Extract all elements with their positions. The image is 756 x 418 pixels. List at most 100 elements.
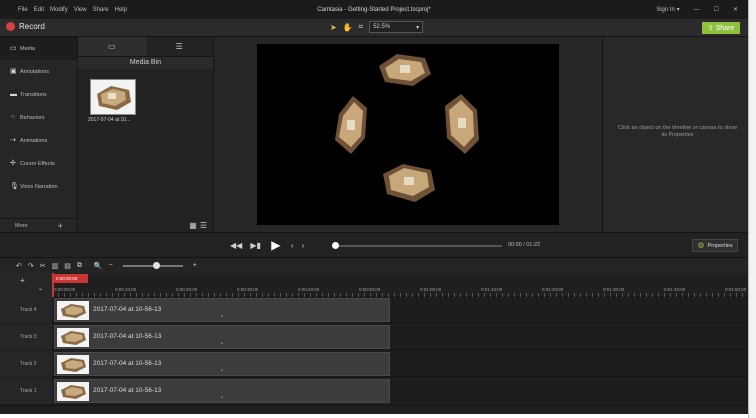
clip-marker-icon: • <box>221 395 223 401</box>
timeline-clip[interactable]: 2017-07-04 at 10-56-13 • <box>54 352 390 376</box>
redo-icon[interactable]: ↷ <box>28 262 34 270</box>
maximize-icon[interactable]: ☐ <box>714 6 719 13</box>
menu-edit[interactable]: Edit <box>34 7 44 13</box>
canvas-image-top[interactable] <box>379 54 431 86</box>
scrub-bar[interactable] <box>332 242 502 249</box>
menu-view[interactable]: View <box>74 7 87 13</box>
minimize-icon[interactable]: — <box>694 7 700 13</box>
animations-icon: ⇢ <box>10 136 16 144</box>
track-header[interactable]: Track 1 <box>0 378 52 404</box>
prev-marker-icon[interactable]: ‹ <box>291 241 294 250</box>
sidebar-item-cursor-effects[interactable]: ✢ Cursor Effects <box>0 152 77 175</box>
sidebar-item-label: Voice Narration <box>20 183 58 190</box>
media-caption: 2017-07-04 at 10... <box>88 117 131 123</box>
pan-tool-icon[interactable]: ✋ <box>343 23 353 32</box>
image-icon <box>61 385 86 399</box>
track-header[interactable]: Track 2 <box>0 351 52 377</box>
record-button[interactable]: Record <box>6 22 45 31</box>
share-icon: ⇪ <box>707 25 714 32</box>
sign-in-link[interactable]: Sign In ▾ <box>656 6 679 13</box>
tab-library[interactable]: ☰ <box>146 37 214 56</box>
tick-label: 0:01:40;00 <box>664 287 686 292</box>
sidebar-item-label: Media <box>20 45 35 52</box>
timeline-toolbar: ↶ ↷ ✂ ▥ ▤ ⧉ 🔍 − + <box>0 258 748 273</box>
split-icon[interactable]: ⧉ <box>77 262 82 270</box>
canvas-tools: ➤ ✋ ⌗ 52.5% ▾ <box>330 21 424 33</box>
sidebar-item-label: Annotations <box>20 68 50 75</box>
cut-icon[interactable]: ✂ <box>40 262 46 270</box>
tick-label: 0:01:30;00 <box>603 287 625 292</box>
clip-thumbnail <box>57 328 89 347</box>
canvas-area <box>214 37 602 232</box>
play-button[interactable]: ▶ <box>269 238 283 252</box>
window-controls: Sign In ▾ — ☐ ✕ <box>656 6 738 14</box>
copy-icon[interactable]: ▥ <box>52 262 59 270</box>
sidebar-item-animations[interactable]: ⇢ Animations <box>0 129 77 152</box>
zoom-select[interactable]: 52.5% ▾ <box>369 21 424 33</box>
media-bin-panel: ▭ ☰ Media Bin 2017-07-04 at 10... ▦ ☰ <box>78 37 214 232</box>
list-view-icon[interactable]: ☰ <box>200 221 207 230</box>
timeline-clip[interactable]: 2017-07-04 at 10-56-13 • <box>54 325 390 349</box>
track-header[interactable]: Track 3 <box>0 324 52 350</box>
menu-modify[interactable]: Modify <box>50 7 68 13</box>
add-track-icon[interactable]: + <box>20 276 25 285</box>
menu-bar: File Edit Modify View Share Help Camtasi… <box>0 0 748 19</box>
sidebar-item-label: Cursor Effects <box>20 160 55 167</box>
frame-back-icon[interactable]: ▶▮ <box>250 241 261 250</box>
preview-canvas[interactable] <box>257 44 559 225</box>
tick-label: 0:00:40;00 <box>298 287 320 292</box>
zoom-out-icon[interactable]: 🔍 <box>94 262 103 270</box>
next-marker-icon[interactable]: › <box>302 241 305 250</box>
tick-label: 0:00:50;00 <box>359 287 381 292</box>
crop-tool-icon[interactable]: ⌗ <box>359 22 364 32</box>
properties-button[interactable]: ⚙ Properties <box>692 239 738 252</box>
tick-label: 0:00:30;00 <box>237 287 259 292</box>
media-thumbnail[interactable] <box>90 79 136 115</box>
sidebar-item-label: Transitions <box>20 91 47 98</box>
media-icon: ▭ <box>10 44 17 52</box>
close-icon[interactable]: ✕ <box>733 6 738 13</box>
record-icon <box>6 22 15 31</box>
paste-icon[interactable]: ▤ <box>64 262 71 270</box>
timeline-clip[interactable]: 2017-07-04 at 10-56-13 • <box>54 298 390 322</box>
tick-label: 0:01:20;00 <box>542 287 564 292</box>
plus-icon[interactable]: + <box>193 262 197 269</box>
sidebar-item-voice-narration[interactable]: 🎙 Voice Narration <box>0 175 77 198</box>
properties-panel: Click an object on the timeline or canva… <box>602 37 748 232</box>
step-back-icon[interactable]: ◀◀ <box>230 241 242 250</box>
sidebar-item-transitions[interactable]: ▬ Transitions <box>0 83 77 106</box>
clip-label: 2017-07-04 at 10-56-13 <box>93 360 162 367</box>
canvas-image-right[interactable] <box>445 94 479 154</box>
sidebar-item-annotations[interactable]: ▣ Annotations <box>0 60 77 83</box>
scrub-handle[interactable] <box>332 242 339 249</box>
share-button[interactable]: ⇪ Share <box>702 22 740 34</box>
tick-label: 0:00:10;00 <box>115 287 137 292</box>
timeline-zoom-slider[interactable] <box>122 261 183 269</box>
canvas-image-left[interactable] <box>335 96 367 154</box>
menu-file[interactable]: File <box>18 7 28 13</box>
menu-help[interactable]: Help <box>115 7 127 13</box>
canvas-image-bottom[interactable] <box>383 164 435 202</box>
image-icon <box>61 358 86 372</box>
track-header[interactable]: Track 4 <box>0 297 52 323</box>
minus-icon[interactable]: − <box>109 262 113 269</box>
sidebar-item-behaviors[interactable]: ⁘ Behaviors <box>0 106 77 129</box>
media-icon: ▭ <box>107 42 116 51</box>
more-button[interactable]: More <box>15 223 28 229</box>
zoom-handle[interactable] <box>152 261 160 269</box>
timeline-clip[interactable]: 2017-07-04 at 10-56-13 • <box>54 379 390 403</box>
properties-label: Properties <box>707 242 733 249</box>
collapse-icon[interactable]: ⌄ <box>38 285 43 292</box>
timeline-ruler[interactable]: + ⌄ 0:00:00;00 0:00:10;00 0:00:20;00 0:0… <box>0 273 748 297</box>
sidebar-item-media[interactable]: ▭ Media <box>0 37 77 60</box>
undo-icon[interactable]: ↶ <box>16 262 22 270</box>
menu-share[interactable]: Share <box>93 7 109 13</box>
add-icon[interactable]: + <box>58 221 63 231</box>
cursor-effects-icon: ✢ <box>10 159 16 167</box>
grid-view-icon[interactable]: ▦ <box>189 221 197 230</box>
bin-view-toggle: ▦ ☰ <box>189 221 207 230</box>
select-tool-icon[interactable]: ➤ <box>330 23 337 32</box>
tab-media-bin[interactable]: ▭ <box>78 37 146 56</box>
share-label: Share <box>715 24 735 32</box>
playback-bar: ◀◀ ▶▮ ▶ ‹ › 00:00 / 01:22 ⚙ Properties <box>0 232 748 258</box>
